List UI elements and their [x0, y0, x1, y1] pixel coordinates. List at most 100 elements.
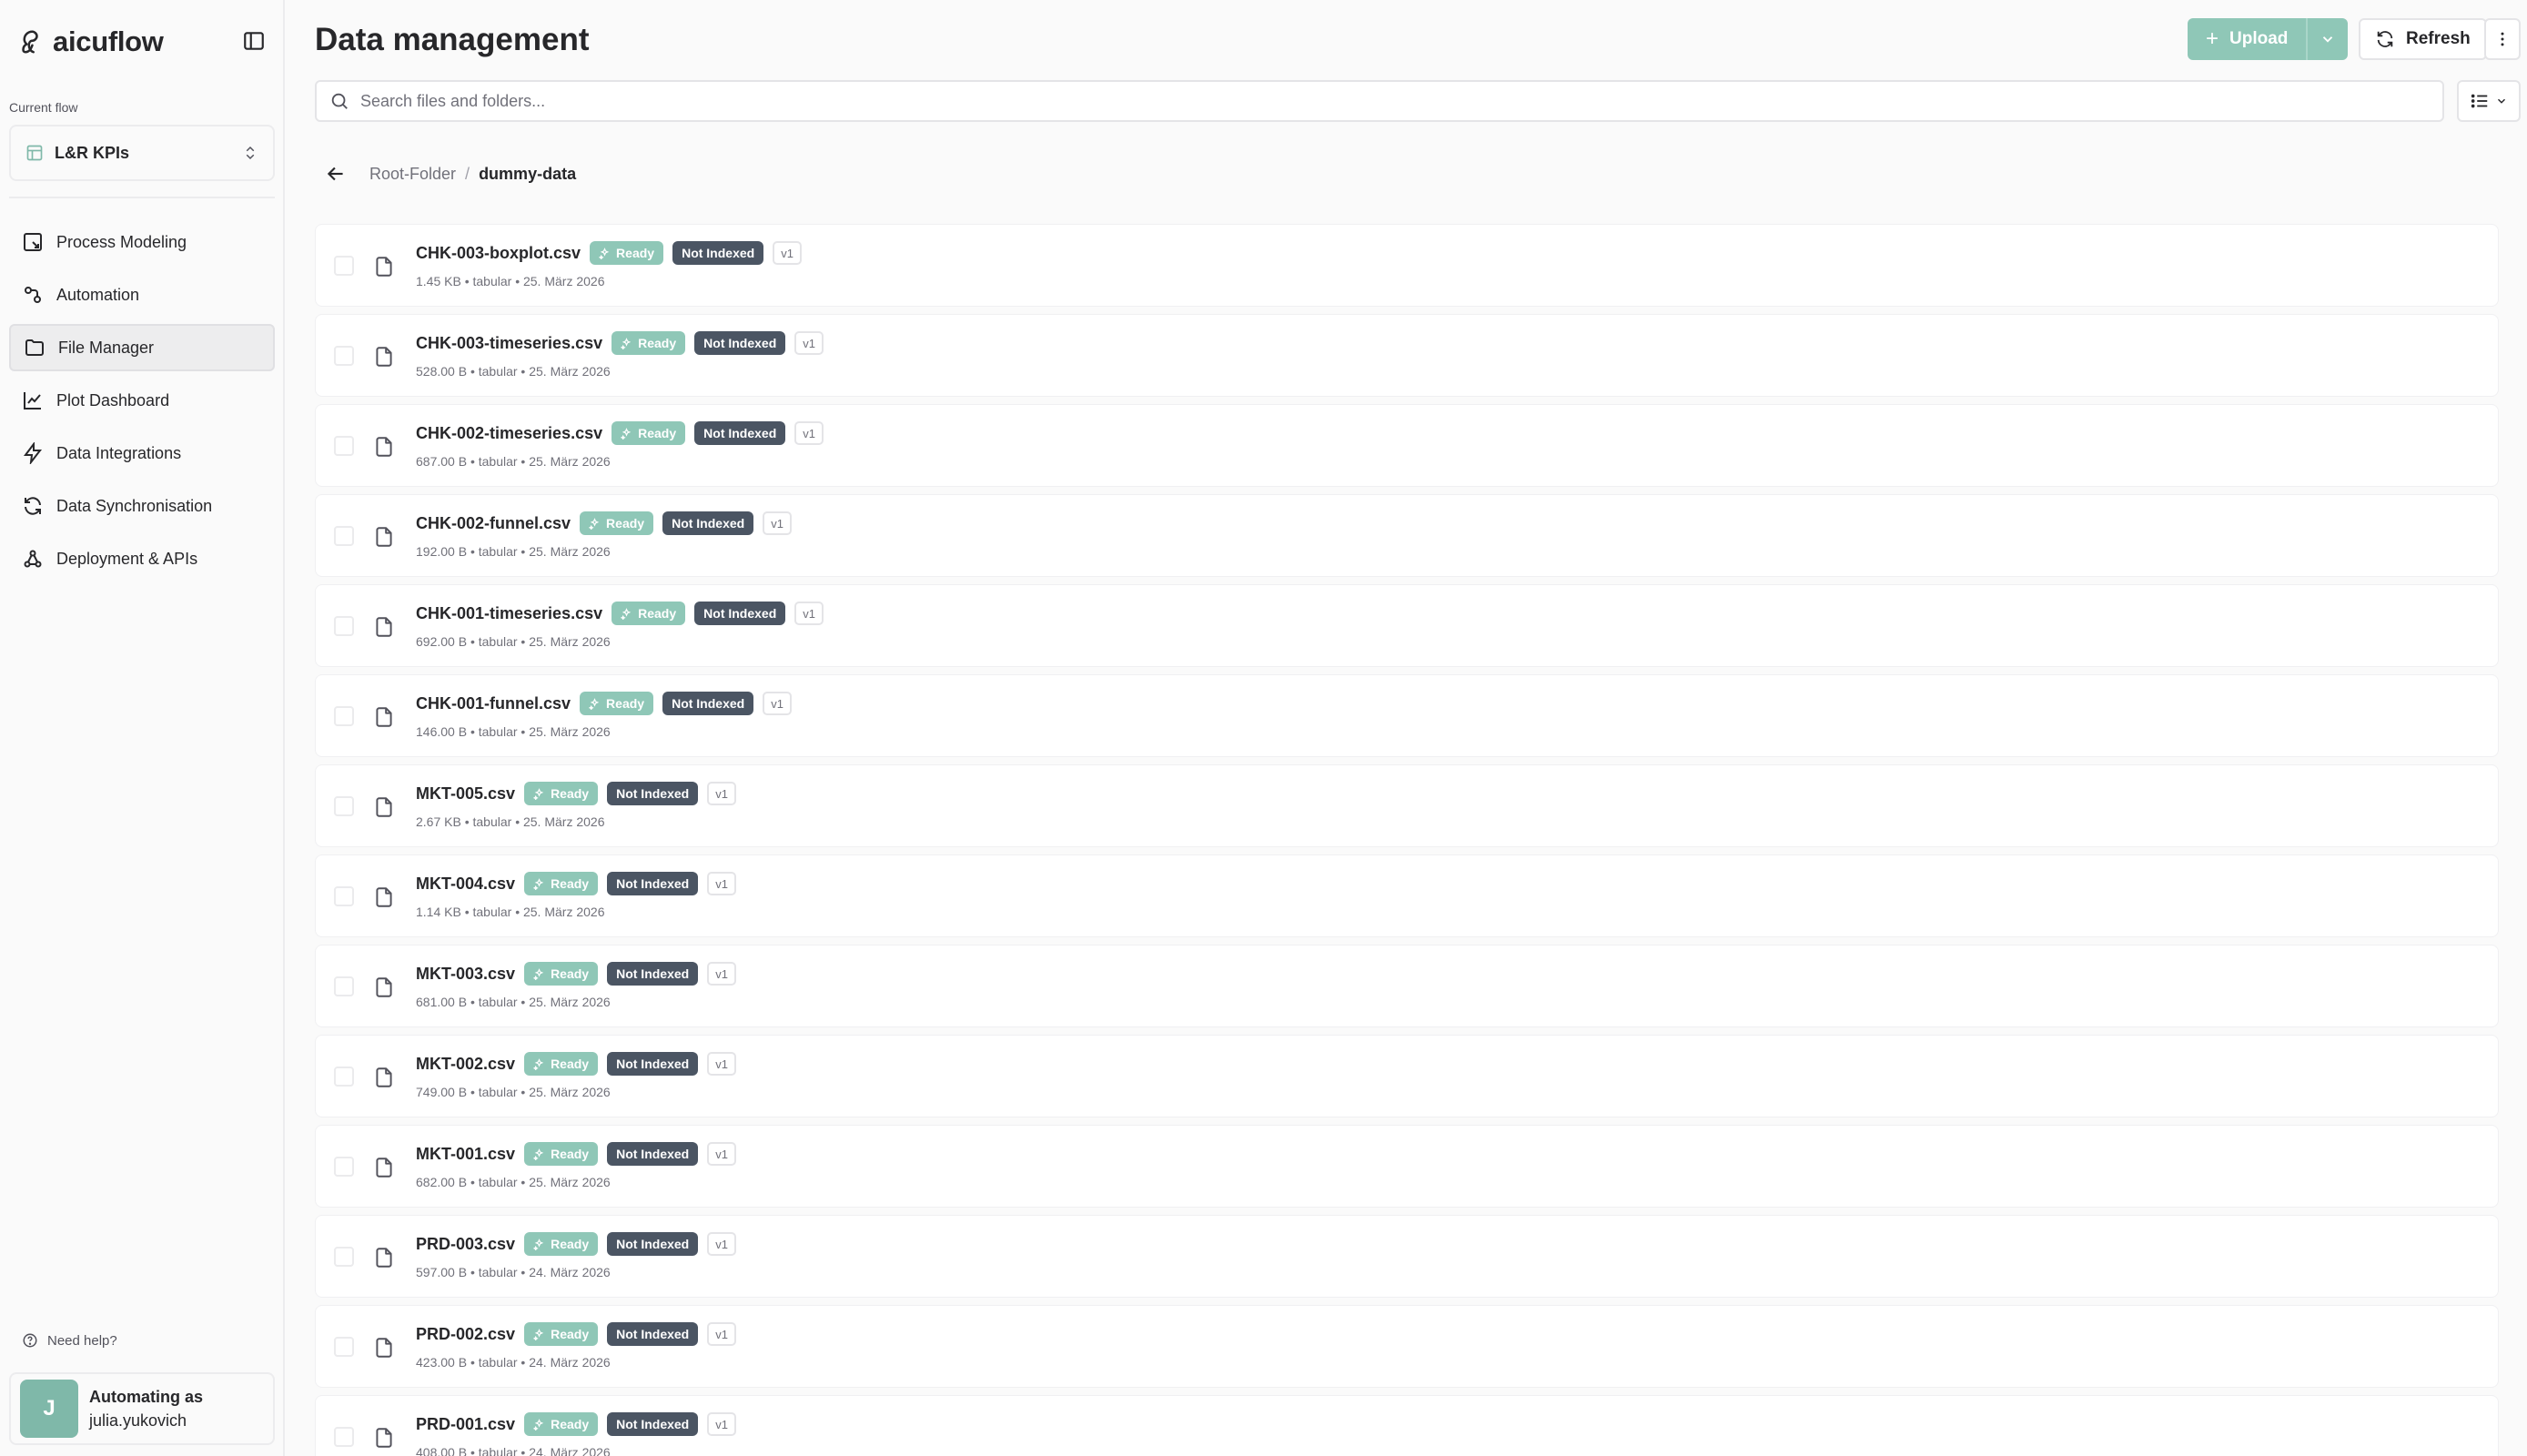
sidebar-item-data-integrations[interactable]: Data Integrations: [9, 430, 275, 477]
file-name[interactable]: MKT-001.csv: [416, 1145, 515, 1164]
sidebar-item-automation[interactable]: Automation: [9, 271, 275, 318]
row-checkbox[interactable]: [334, 886, 354, 906]
row-checkbox[interactable]: [334, 1337, 354, 1357]
upload-options-button[interactable]: [2306, 18, 2349, 60]
sparkle-icon: [533, 1057, 545, 1070]
file-row[interactable]: MKT-005.csv Ready Not Indexed v1 2.67 KB • t…: [315, 764, 2499, 847]
file-row[interactable]: CHK-002-timeseries.csv Ready Not Indexed v1…: [315, 404, 2499, 487]
file-row[interactable]: MKT-004.csv Ready Not Indexed v1 1.14 KB • t…: [315, 854, 2499, 937]
sidebar-item-file-manager[interactable]: File Manager: [9, 324, 275, 371]
sidebar-item-label: Data Integrations: [56, 443, 182, 462]
sidebar-item-data-synchronisation[interactable]: Data Synchronisation: [9, 482, 275, 530]
row-checkbox[interactable]: [334, 526, 354, 546]
version-badge: v1: [707, 782, 736, 805]
sidebar-toggle-icon: [244, 32, 264, 50]
file-name[interactable]: PRD-001.csv: [416, 1415, 515, 1434]
status-label: Ready: [551, 1417, 590, 1431]
search-input[interactable]: [360, 91, 2430, 111]
sidebar: aicuflow Current flow L&R KPIs Process M…: [0, 0, 285, 1456]
sparkle-icon: [533, 877, 545, 890]
row-checkbox[interactable]: [334, 976, 354, 996]
file-row[interactable]: CHK-001-timeseries.csv Ready Not Indexed v1…: [315, 584, 2499, 667]
file-row[interactable]: CHK-002-funnel.csv Ready Not Indexed v1 192.…: [315, 494, 2499, 577]
file-icon: [372, 524, 396, 550]
file-meta: 692.00 B • tabular • 25. März 2026: [416, 634, 611, 649]
file-icon: [372, 704, 396, 730]
breadcrumb-root-link[interactable]: Root-Folder: [369, 165, 456, 184]
file-meta: 528.00 B • tabular • 25. März 2026: [416, 364, 611, 379]
flow-selector[interactable]: L&R KPIs: [9, 125, 275, 181]
row-checkbox[interactable]: [334, 616, 354, 636]
row-checkbox[interactable]: [334, 1247, 354, 1267]
list-view-icon: [2471, 94, 2488, 108]
status-label: Ready: [551, 1057, 590, 1071]
file-row[interactable]: CHK-003-timeseries.csv Ready Not Indexed v1…: [315, 314, 2499, 397]
file-row[interactable]: CHK-003-boxplot.csv Ready Not Indexed v1 1.4…: [315, 224, 2499, 307]
file-row[interactable]: MKT-002.csv Ready Not Indexed v1 749.00 B • …: [315, 1035, 2499, 1117]
process-modeling-icon: [24, 233, 42, 251]
sidebar-toggle-button[interactable]: [238, 25, 269, 56]
file-name[interactable]: PRD-002.csv: [416, 1325, 515, 1344]
status-label: Ready: [606, 696, 645, 711]
file-name[interactable]: PRD-003.csv: [416, 1235, 515, 1254]
sparkle-icon: [621, 337, 632, 349]
more-options-button[interactable]: [2484, 18, 2521, 60]
status-badge-ready: Ready: [524, 872, 599, 895]
file-header: MKT-002.csv Ready Not Indexed v1: [416, 1050, 736, 1077]
row-checkbox[interactable]: [334, 256, 354, 276]
row-checkbox[interactable]: [334, 1157, 354, 1177]
version-badge: v1: [707, 872, 736, 895]
view-mode-button[interactable]: [2457, 80, 2521, 122]
row-checkbox[interactable]: [334, 436, 354, 456]
sparkle-icon: [533, 967, 545, 980]
sidebar-item-process-modeling[interactable]: Process Modeling: [9, 218, 275, 266]
file-row[interactable]: PRD-002.csv Ready Not Indexed v1 423.00 B • …: [315, 1305, 2499, 1388]
file-row[interactable]: CHK-001-funnel.csv Ready Not Indexed v1 146.…: [315, 674, 2499, 757]
upload-button[interactable]: + Upload: [2188, 18, 2307, 60]
file-name[interactable]: CHK-001-funnel.csv: [416, 694, 571, 713]
status-badge-ready: Ready: [524, 1412, 599, 1436]
file-name[interactable]: MKT-003.csv: [416, 965, 515, 984]
breadcrumb-separator: /: [465, 164, 470, 183]
row-checkbox[interactable]: [334, 1427, 354, 1447]
file-name[interactable]: CHK-001-timeseries.csv: [416, 604, 602, 623]
file-meta: 1.45 KB • tabular • 25. März 2026: [416, 274, 605, 288]
file-row[interactable]: MKT-001.csv Ready Not Indexed v1 682.00 B • …: [315, 1125, 2499, 1208]
row-checkbox[interactable]: [334, 706, 354, 726]
file-name[interactable]: MKT-004.csv: [416, 875, 515, 894]
back-arrow-icon[interactable]: [324, 162, 348, 186]
file-row[interactable]: PRD-003.csv Ready Not Indexed v1 597.00 B • …: [315, 1215, 2499, 1298]
file-icon: [372, 614, 396, 640]
need-help-link[interactable]: Need help?: [22, 1332, 117, 1349]
refresh-button[interactable]: Refresh: [2359, 18, 2487, 60]
file-meta: 682.00 B • tabular • 25. März 2026: [416, 1175, 611, 1189]
index-badge: Not Indexed: [694, 421, 786, 445]
refresh-label: Refresh: [2406, 29, 2471, 48]
file-icon: [372, 1065, 396, 1090]
user-card[interactable]: J Automating as julia.yukovich: [9, 1372, 275, 1445]
file-meta: 681.00 B • tabular • 25. März 2026: [416, 995, 611, 1009]
file-name[interactable]: CHK-003-boxplot.csv: [416, 244, 581, 263]
file-header: CHK-001-funnel.csv Ready Not Indexed v1: [416, 690, 792, 717]
automation-icon: [25, 287, 41, 303]
file-name[interactable]: MKT-002.csv: [416, 1055, 515, 1074]
file-meta: 1.14 KB • tabular • 25. März 2026: [416, 905, 605, 919]
sidebar-item-deployment-apis[interactable]: Deployment & APIs: [9, 535, 275, 582]
brand[interactable]: aicuflow: [16, 22, 164, 62]
file-icon: [372, 434, 396, 460]
index-badge: Not Indexed: [607, 1142, 699, 1166]
aicuflow-logo-icon: [22, 30, 38, 54]
row-checkbox[interactable]: [334, 1067, 354, 1087]
file-name[interactable]: CHK-003-timeseries.csv: [416, 334, 602, 353]
sidebar-item-plot-dashboard[interactable]: Plot Dashboard: [9, 377, 275, 424]
file-row[interactable]: MKT-003.csv Ready Not Indexed v1 681.00 B • …: [315, 945, 2499, 1027]
row-checkbox[interactable]: [334, 346, 354, 366]
file-header: PRD-002.csv Ready Not Indexed v1: [416, 1320, 736, 1348]
file-row[interactable]: PRD-001.csv Ready Not Indexed v1 408.00 B • …: [315, 1395, 2499, 1456]
status-badge-ready: Ready: [524, 1052, 599, 1076]
file-name[interactable]: CHK-002-funnel.csv: [416, 514, 571, 533]
file-meta: 146.00 B • tabular • 25. März 2026: [416, 724, 611, 739]
file-name[interactable]: CHK-002-timeseries.csv: [416, 424, 602, 443]
file-name[interactable]: MKT-005.csv: [416, 784, 515, 804]
row-checkbox[interactable]: [334, 796, 354, 816]
